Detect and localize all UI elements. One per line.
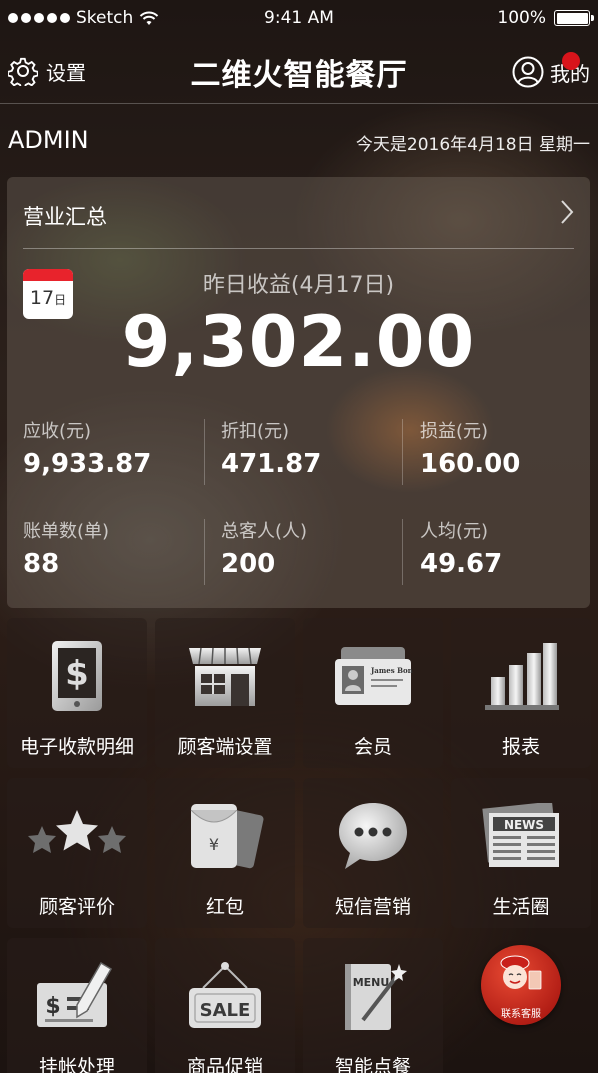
stat-per-capita: 人均(元) 49.67 [420,517,598,579]
stat-divider [402,419,403,485]
info-row: ADMIN 今天是2016年4月18日 星期一 [0,124,598,160]
svg-text:$: $ [45,994,60,1019]
notification-badge [562,52,580,70]
tile-label: 顾客端设置 [177,736,273,758]
battery-icon [554,10,594,26]
tile-life-circle[interactable]: NEWS 生活圈 [451,778,591,928]
today-date: 今天是2016年4月18日 星期一 [355,135,590,155]
tile-customer-settings[interactable]: 顾客端设置 [155,618,295,768]
status-bar: Sketch 9:41 AM 100% [0,0,598,38]
stat-value: 200 [221,549,276,579]
profile-button[interactable]: 我的 [512,52,590,88]
tile-sms-marketing[interactable]: 短信营销 [303,778,443,928]
cheque-pen-icon: $ [37,961,113,1027]
summary-title: 营业汇总 [23,205,107,229]
stat-label: 折扣(元) [221,421,290,442]
nav-bar: 设置 二维火智能餐厅 我的 [0,38,598,104]
tile-red-envelope[interactable]: ¥ 红包 [155,778,295,928]
tile-label: 报表 [501,736,540,758]
stat-label: 总客人(人) [221,521,308,542]
sale-sign-icon: SALE [189,962,261,1028]
tile-label: 智能点餐 [334,1056,411,1073]
storefront-icon [189,647,261,706]
tile-label: 生活圈 [492,896,550,918]
stars-icon [28,810,126,853]
stat-value: 160.00 [420,449,521,479]
stat-value: 471.87 [221,449,322,479]
tile-electronic-receipts[interactable]: $ 电子收款明细 [7,618,147,768]
sale-text: SALE [200,1000,251,1021]
tile-reports[interactable]: 报表 [451,618,591,768]
menu-wand-icon: MENU [345,964,407,1030]
stat-label: 人均(元) [420,521,489,542]
summary-header[interactable]: 营业汇总 [23,195,574,249]
yesterday-revenue-value: 9,302.00 [121,301,476,383]
stat-divider [402,519,403,585]
news-text: NEWS [504,818,544,832]
card-name: James Bond [370,666,413,675]
battery-percent: 100% [497,8,546,28]
stat-divider [204,519,205,585]
menu-text: MENU [353,976,390,989]
tile-label: 挂帐处理 [38,1056,115,1073]
stat-value: 9,933.87 [23,449,152,479]
chat-bubble-icon [339,803,407,869]
chevron-right-icon [561,200,574,224]
tile-credit-accounts[interactable]: $ 挂帐处理 [7,938,147,1073]
yesterday-revenue-label: 昨日收益(4月17日) [202,273,395,298]
stat-divider [204,419,205,485]
tile-label: 顾客评价 [38,896,115,918]
customer-service-label: 联系客服 [501,1009,541,1020]
tile-smart-ordering[interactable]: MENU 智能点餐 [303,938,443,1073]
stat-value: 49.67 [420,549,503,579]
stat-value: 88 [23,549,60,579]
stat-discount: 折扣(元) 471.87 [221,417,401,479]
battery-status: 100% [497,8,594,28]
user-icon [512,56,544,88]
svg-text:$: $ [65,654,89,694]
tile-label: 会员 [353,736,392,758]
tile-label: 商品促销 [186,1056,263,1073]
stat-bill-count: 账单数(单) 88 [23,517,203,579]
mascot-icon [500,955,542,990]
newspaper-icon: NEWS [482,803,559,867]
business-summary-card[interactable]: 营业汇总 17日 昨日收益(4月17日) 9,302.00 应收(元) 9,93… [7,177,590,608]
app-title: 二维火智能餐厅 [190,58,408,93]
tile-promotions[interactable]: SALE 商品促销 [155,938,295,1073]
bar-chart-icon [485,643,559,710]
tile-label: 短信营销 [334,896,411,918]
customer-service-button[interactable]: 联系客服 [481,945,561,1025]
tile-customer-reviews[interactable]: 顾客评价 [7,778,147,928]
stat-label: 应收(元) [23,421,92,442]
tile-member[interactable]: James Bond 会员 [303,618,443,768]
tile-label: 红包 [205,896,244,918]
member-card-icon: James Bond [335,647,413,705]
stat-profit-loss: 损益(元) 160.00 [420,417,598,479]
stat-total-guests: 总客人(人) 200 [221,517,401,579]
tile-label: 电子收款明细 [19,736,134,758]
stat-receivable: 应收(元) 9,933.87 [23,417,203,479]
stat-label: 账单数(单) [23,521,110,542]
red-envelope-icon: ¥ [190,804,264,869]
username: ADMIN [8,126,89,154]
stat-label: 损益(元) [420,421,489,442]
tablet-dollar-icon: $ [52,641,102,711]
svg-text:¥: ¥ [209,835,219,854]
